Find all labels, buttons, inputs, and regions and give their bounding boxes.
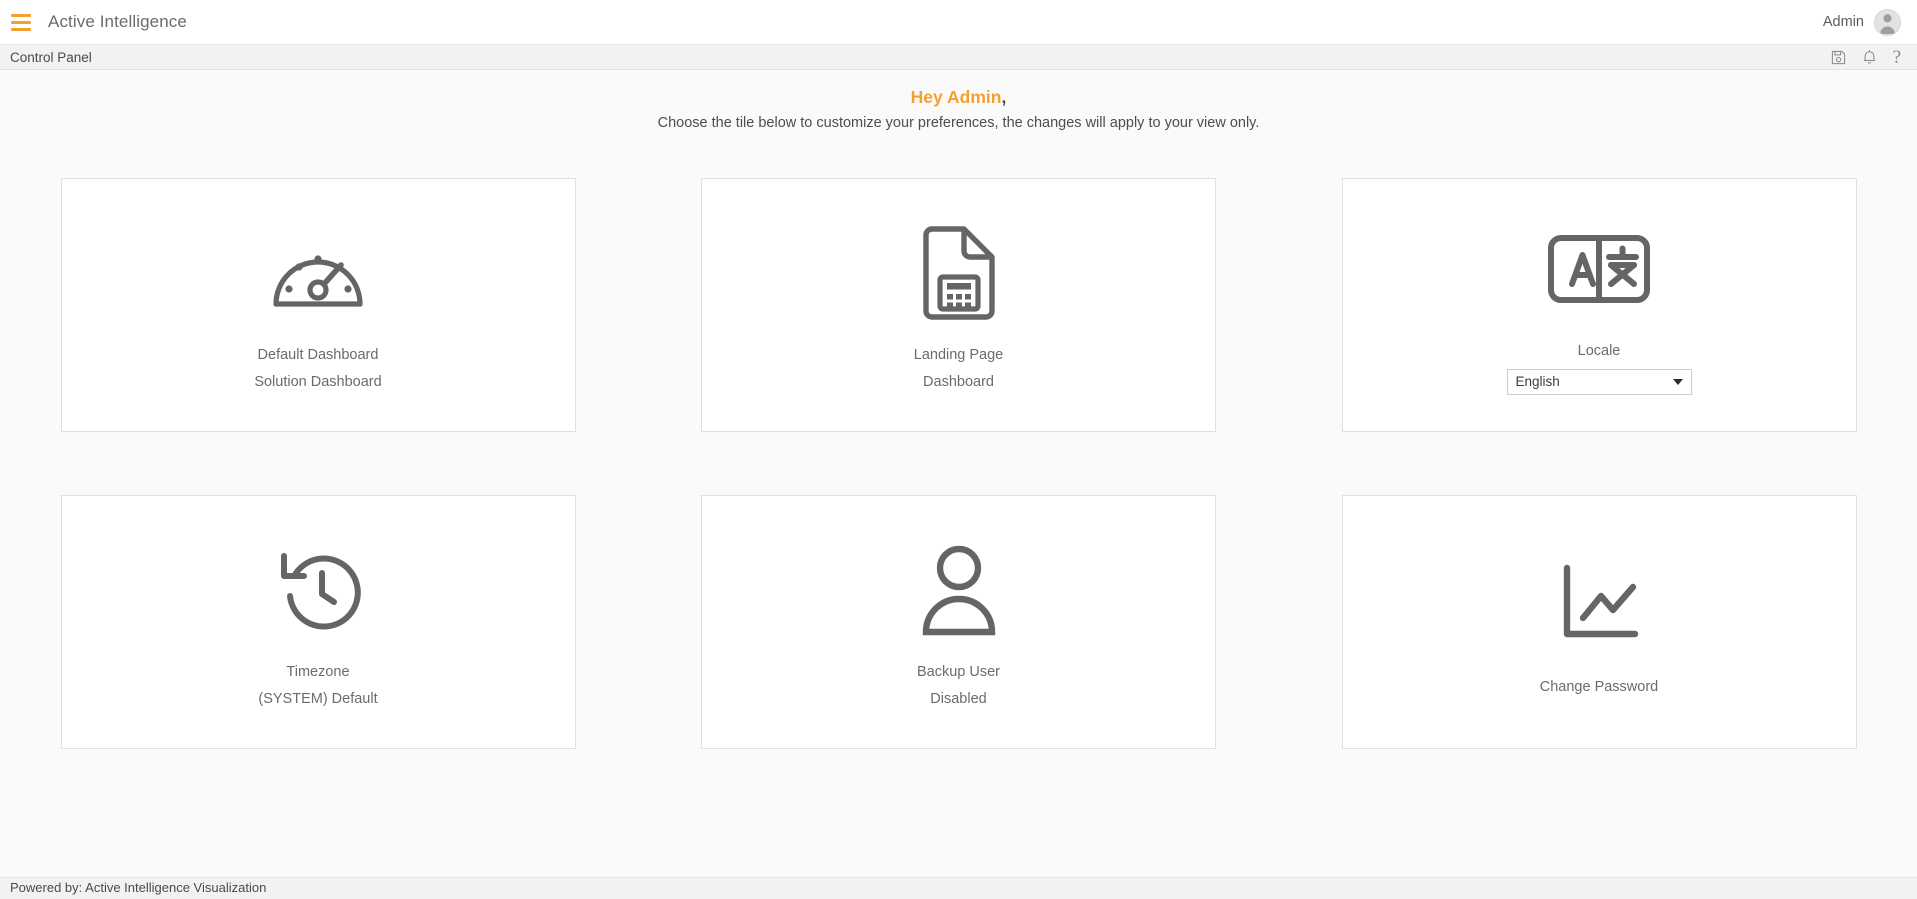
breadcrumb[interactable]: Control Panel <box>10 50 92 65</box>
locale-selected-value: English <box>1515 374 1560 390</box>
translate-icon <box>1546 215 1652 323</box>
user-name-label: Admin <box>1822 14 1864 30</box>
user-avatar-icon[interactable] <box>1874 8 1901 36</box>
tile-change-password[interactable]: Change Password <box>1341 494 1857 749</box>
greeting-title: Hey Admin, <box>0 86 1917 110</box>
footer-text: Powered by: Active Intelligence Visualiz… <box>10 880 267 895</box>
greeting-subtitle: Choose the tile below to customize your … <box>657 114 1260 131</box>
history-clock-icon <box>272 536 364 644</box>
gauge-icon <box>270 219 366 327</box>
tile-label: Timezone <box>286 664 350 681</box>
tile-locale[interactable]: Locale English <box>1341 177 1857 432</box>
help-icon[interactable]: ? <box>1893 48 1901 67</box>
greeting-section: Hey Admin, Choose the tile below to cust… <box>0 86 1917 131</box>
tile-label: Landing Page <box>913 347 1004 364</box>
tile-value: Solution Dashboard <box>254 374 382 391</box>
greeting-salutation: Hey Admin <box>910 87 1002 107</box>
locale-select[interactable]: English <box>1506 368 1692 395</box>
preference-tiles-grid: Default Dashboard Solution Dashboard Lan… <box>60 177 1857 749</box>
tile-label: Default Dashboard <box>257 347 379 364</box>
tile-landing-page[interactable]: Landing Page Dashboard <box>701 177 1216 432</box>
tile-label: Change Password <box>1539 679 1659 696</box>
notifications-bell-icon[interactable] <box>1862 49 1877 65</box>
person-icon <box>919 536 999 644</box>
app-title: Active Intelligence <box>48 12 187 31</box>
hamburger-bar <box>11 20 31 24</box>
save-icon[interactable] <box>1831 50 1846 65</box>
breadcrumb-bar: Control Panel ? <box>0 44 1917 70</box>
breadcrumb-actions: ? <box>1831 48 1901 67</box>
hamburger-bar <box>11 13 31 17</box>
document-report-icon <box>920 219 998 327</box>
tile-value: (SYSTEM) Default <box>258 691 378 708</box>
tile-label: Locale <box>1577 342 1621 359</box>
tile-value: Dashboard <box>923 374 994 391</box>
tile-label: Backup User <box>916 664 1000 681</box>
chevron-down-icon <box>1672 378 1683 385</box>
tile-default-dashboard[interactable]: Default Dashboard Solution Dashboard <box>60 177 576 432</box>
footer-bar: Powered by: Active Intelligence Visualiz… <box>0 877 1917 899</box>
top-header-bar: Active Intelligence Admin <box>0 0 1917 44</box>
header-user-area: Admin <box>1822 8 1901 36</box>
tile-timezone[interactable]: Timezone (SYSTEM) Default <box>60 494 576 749</box>
tile-value: Disabled <box>930 691 987 708</box>
hamburger-menu-icon[interactable] <box>8 9 34 35</box>
hamburger-bar <box>11 27 31 31</box>
line-chart-icon <box>1557 548 1641 656</box>
greeting-comma: , <box>1001 87 1007 107</box>
tile-backup-user[interactable]: Backup User Disabled <box>701 494 1216 749</box>
